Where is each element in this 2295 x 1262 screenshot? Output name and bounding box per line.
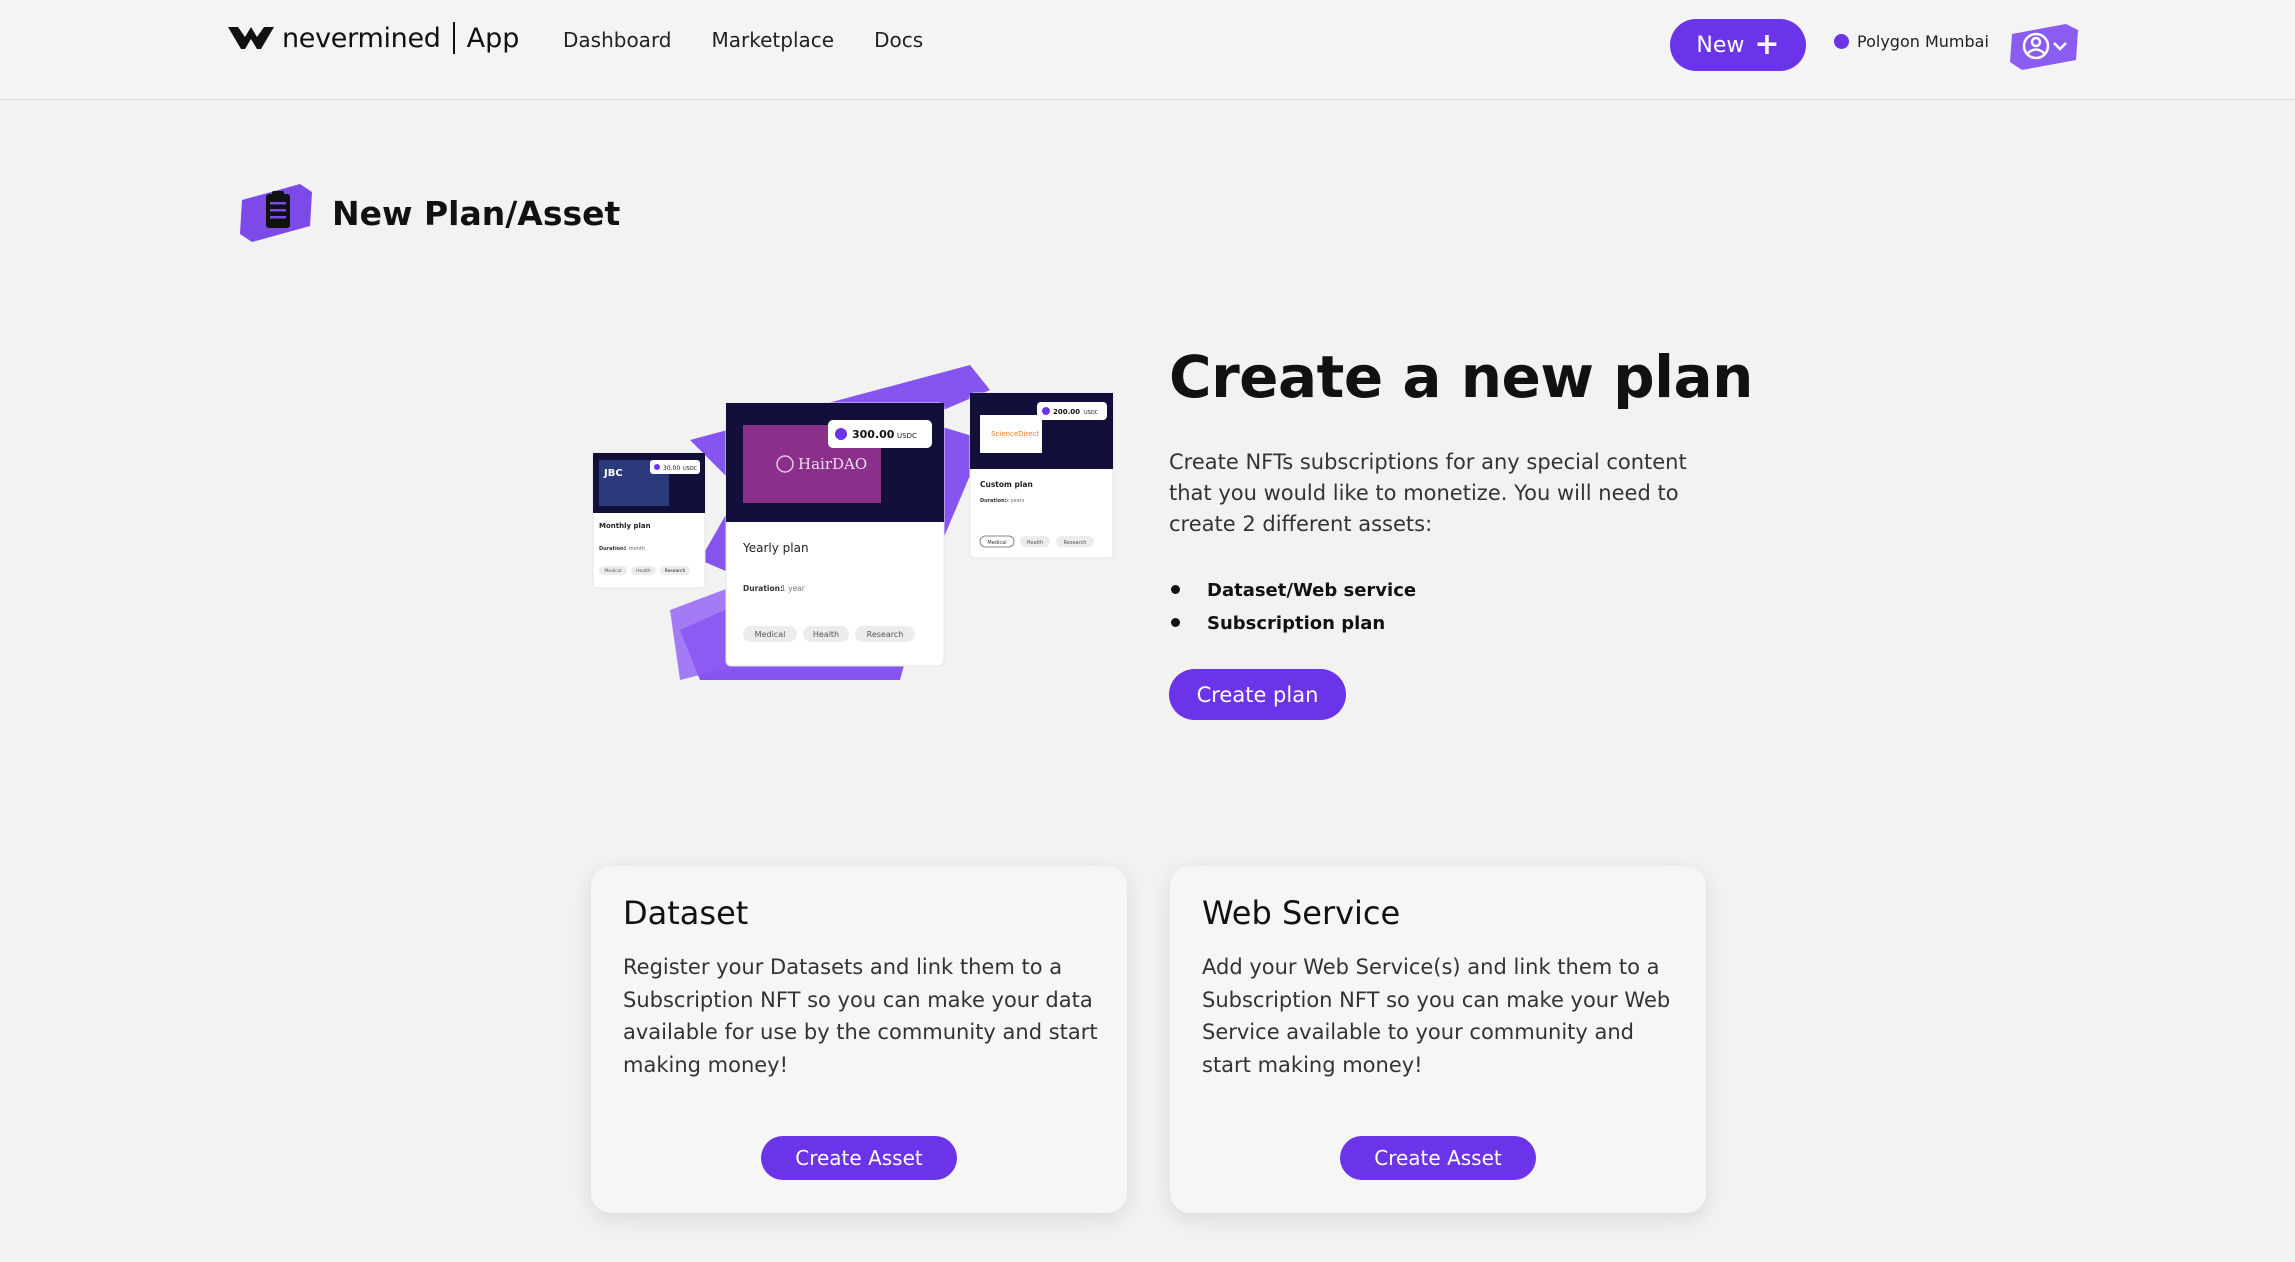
nav-marketplace[interactable]: Marketplace	[712, 28, 835, 52]
yearly-plan-title: Yearly plan	[742, 541, 809, 555]
dataset-card: Dataset Register your Datasets and link …	[591, 866, 1127, 1213]
yearly-plan-tag: Medical	[755, 630, 786, 639]
network-indicator[interactable]: Polygon Mumbai	[1834, 32, 1989, 51]
custom-plan-card: ScienceDirect 200.00 USDC Custom plan Du…	[969, 392, 1114, 559]
yearly-plan-price: 300.00	[852, 428, 895, 441]
create-dataset-asset-button[interactable]: Create Asset	[761, 1136, 957, 1180]
top-bar: nevermined App Dashboard Marketplace Doc…	[0, 0, 2295, 100]
logo-app-label: App	[466, 22, 520, 54]
custom-plan-currency: USDC	[1084, 410, 1099, 416]
account-menu[interactable]	[2006, 20, 2082, 72]
custom-plan-duration-label: Duration:	[980, 498, 1007, 504]
custom-plan-tag: Research	[1064, 540, 1087, 546]
yearly-plan-duration-label: Duration:	[743, 584, 783, 593]
custom-plan-duration-value: x years	[1006, 498, 1025, 504]
plus-icon: +	[1754, 27, 1780, 62]
yearly-plan-tag: Health	[813, 630, 839, 639]
monthly-plan-price: 30.00	[663, 465, 680, 472]
nav-docs[interactable]: Docs	[874, 28, 923, 52]
monthly-plan-tag: Medical	[604, 568, 621, 574]
nevermined-logo-icon	[228, 27, 274, 49]
yearly-plan-duration-value: 1 year	[781, 584, 806, 593]
monthly-plan-title: Monthly plan	[599, 522, 651, 530]
page-heading: New Plan/Asset	[238, 182, 620, 244]
list-item: Dataset/Web service	[1169, 574, 1416, 607]
page-title: New Plan/Asset	[332, 193, 621, 233]
dataset-card-description: Register your Datasets and link them to …	[623, 955, 1098, 1077]
clipboard-icon	[238, 182, 318, 244]
monthly-plan-tag: Health	[636, 568, 651, 574]
plans-illustration: JBC 30.00 USDC Monthly plan Duration: 1 …	[592, 365, 1114, 680]
yearly-plan-brand: HairDAO	[798, 455, 867, 473]
web-service-card-description: Add your Web Service(s) and link them to…	[1202, 955, 1671, 1077]
dataset-card-title: Dataset	[623, 894, 749, 932]
custom-plan-price: 200.00	[1053, 408, 1080, 416]
main-nav: Dashboard Marketplace Docs	[563, 28, 963, 52]
create-plan-button[interactable]: Create plan	[1169, 669, 1346, 720]
monthly-plan-currency: USDC	[683, 466, 698, 472]
create-web-service-asset-button[interactable]: Create Asset	[1340, 1136, 1536, 1180]
hero-description: Create NFTs subscriptions for any specia…	[1169, 450, 1687, 536]
custom-plan-title: Custom plan	[980, 480, 1033, 489]
yearly-plan-card: HairDAO 300.00 USDC Yearly plan Duration…	[725, 402, 945, 667]
app-logo[interactable]: nevermined App	[228, 22, 519, 54]
asset-requirements-list: Dataset/Web service Subscription plan	[1169, 574, 1416, 640]
yearly-plan-currency: USDC	[897, 432, 917, 440]
custom-plan-tag: Health	[1027, 540, 1043, 546]
logo-wordmark: nevermined	[282, 22, 441, 54]
logo-divider	[452, 22, 455, 54]
monthly-plan-card: JBC 30.00 USDC Monthly plan Duration: 1 …	[592, 452, 706, 589]
web-service-card-title: Web Service	[1202, 894, 1401, 932]
list-item: Subscription plan	[1169, 607, 1416, 640]
custom-plan-brand: ScienceDirect	[991, 430, 1039, 438]
new-button-label: New	[1696, 32, 1745, 58]
monthly-plan-duration-value: 1 month	[624, 546, 645, 552]
svg-text:JBC: JBC	[603, 468, 623, 479]
user-avatar-icon	[2010, 24, 2078, 70]
web-service-card: Web Service Add your Web Service(s) and …	[1170, 866, 1706, 1213]
network-name: Polygon Mumbai	[1857, 32, 1989, 51]
monthly-plan-duration-label: Duration:	[599, 546, 626, 552]
custom-plan-tag: Medical	[987, 540, 1006, 546]
new-button[interactable]: New +	[1670, 19, 1806, 71]
nav-dashboard[interactable]: Dashboard	[563, 28, 672, 52]
yearly-plan-tag: Research	[867, 630, 904, 639]
hero-title: Create a new plan	[1169, 343, 1753, 411]
monthly-plan-tag: Research	[665, 568, 686, 574]
network-status-dot	[1834, 34, 1849, 49]
